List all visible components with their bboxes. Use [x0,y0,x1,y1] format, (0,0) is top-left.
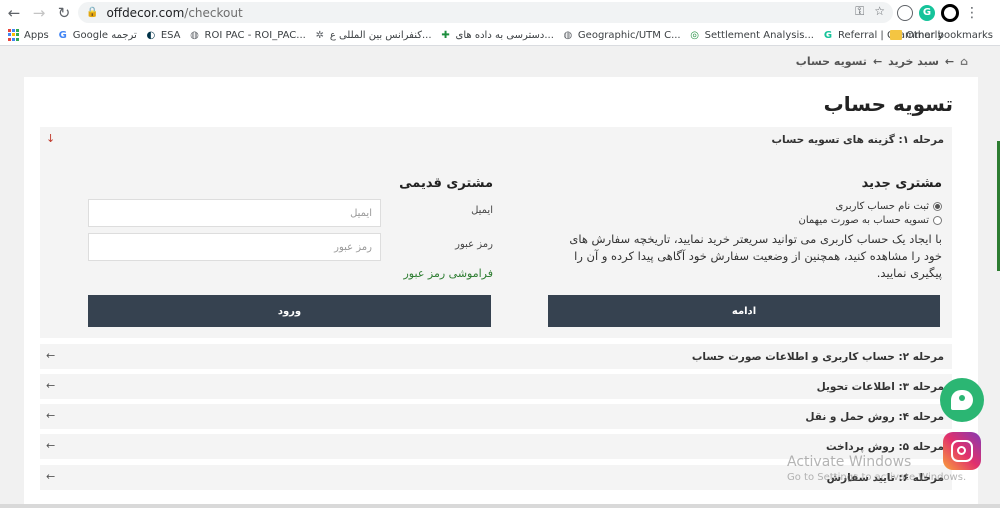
radio-unchecked-icon[interactable] [933,215,942,225]
password-label: رمز عبور [455,239,493,250]
bookmark-data-access[interactable]: ✚ دسترسی به داده های... [440,29,554,41]
breadcrumb-separator: ← [872,55,883,68]
chat-button[interactable] [940,378,984,422]
radio-register[interactable]: ثبت نام حساب کاربری [550,199,942,213]
bookmark-conference[interactable]: ✲ کنفرانس بین المللی ع... [314,29,432,41]
grammarly-extension-icon[interactable]: G [919,4,935,21]
bookmark-roi-pac[interactable]: ◍ ROI PAC - ROI_PAC... [189,29,306,41]
step-4-header[interactable]: مرحله ۴: روش حمل و نقل ← [40,404,952,429]
url-path: /checkout [184,5,243,20]
bookmark-esa[interactable]: ◐ ESA [145,29,180,41]
bookmark-settlement[interactable]: ◎ Settlement Analysis... [689,29,814,41]
settlement-icon: ◎ [690,29,699,41]
forgot-password-link[interactable]: فراموشی رمز عبور [88,267,494,280]
url-host: offdecor.com [106,5,185,20]
page: ⌂ ← سبد خرید ← تسویه حساب تسویه حساب مرح… [0,47,1000,508]
bookmark-apps[interactable]: Apps [8,29,49,41]
bookmarks-bar: Apps G Google ترجمه ◐ ESA ◍ ROI PAC - RO… [0,25,1000,46]
reload-icon[interactable]: ↻ [53,2,75,24]
email-field[interactable] [88,199,381,227]
watermark-title: Activate Windows [787,454,912,470]
globe-icon: ◍ [563,29,573,41]
forward-arrow-icon[interactable]: → [28,2,50,24]
activate-windows-watermark: Activate Windows Go to Settings to activ… [787,454,966,483]
checkout-panel: تسویه حساب مرحله ۱: گزینه های تسویه حساب… [24,77,978,508]
plus-icon: ✚ [441,29,450,41]
returning-customer-title: مشتری قدیمی [399,176,493,191]
google-translate-icon: G [58,29,67,41]
email-row: ایمیل [88,199,493,227]
browser-toolbar: ← → ↻ 🔒 offdecor.com/checkout ⚿ ☆ G ⋮ [0,0,1000,25]
page-title: تسویه حساب [823,92,953,116]
bookmark-geographic-utm[interactable]: ◍ Geographic/UTM C... [562,29,681,41]
address-bar[interactable]: 🔒 offdecor.com/checkout ⚿ ☆ [78,2,893,23]
other-bookmarks[interactable]: Other bookmarks [890,30,993,41]
chat-bubble-icon [951,390,973,410]
apps-grid-icon [8,29,20,41]
lock-icon: 🔒 [86,7,99,18]
step-2-header[interactable]: مرحله ۲: حساب کاربری و اطلاعات صورت حساب… [40,344,952,369]
login-button[interactable]: ورود [88,295,491,327]
breadcrumb: ⌂ ← سبد خرید ← تسویه حساب [796,55,968,68]
arrow-down-icon: ↓ [46,132,56,145]
home-icon[interactable]: ⌂ [960,55,968,68]
returning-customer-section: مشتری قدیمی ایمیل رمز عبور فراموشی رمز ع… [88,176,493,280]
bookmark-google-translate[interactable]: G Google ترجمه [57,29,137,41]
gear-icon: ✲ [315,29,325,41]
watermark-subtitle: Go to Settings to activate Windows. [787,472,967,483]
step-3-header[interactable]: مرحله ۳: اطلاعات تحویل ← [40,374,952,399]
new-customer-section: مشتری جدید ثبت نام حساب کاربری تسویه حسا… [550,176,942,282]
profile-avatar[interactable] [941,3,959,22]
menu-icon[interactable]: ⋮ [965,5,979,21]
breadcrumb-checkout[interactable]: تسویه حساب [796,55,867,68]
arrow-left-icon: ← [46,439,56,452]
password-field[interactable] [88,233,381,261]
arrow-left-icon: ← [46,409,56,422]
grammarly-icon: G [823,29,833,41]
breadcrumb-separator: ← [944,55,955,68]
star-icon[interactable]: ☆ [874,4,885,19]
breadcrumb-cart[interactable]: سبد خرید [888,55,939,68]
back-arrow-icon[interactable]: ← [3,2,25,24]
arrow-left-icon: ← [46,470,56,483]
esa-icon: ◐ [146,29,156,41]
globe-icon: ◍ [190,29,199,41]
radio-checked-icon[interactable] [933,201,942,211]
arrow-left-icon: ← [46,379,56,392]
step-1-header[interactable]: مرحله ۱: گزینه های تسویه حساب ↓ [40,127,952,152]
email-label: ایمیل [471,205,493,216]
continue-button[interactable]: ادامه [548,295,940,327]
password-row: رمز عبور [88,233,493,261]
new-customer-description: با ایجاد یک حساب کاربری می توانید سریعتر… [569,232,942,280]
horizontal-scrollbar[interactable] [0,504,1000,508]
arrow-left-icon: ← [46,349,56,362]
folder-icon [890,30,903,40]
globe-extension-icon[interactable] [897,4,913,21]
step-1-body: مشتری جدید ثبت نام حساب کاربری تسویه حسا… [40,152,952,338]
new-customer-title: مشتری جدید [861,176,942,191]
key-icon[interactable]: ⚿ [855,4,864,19]
radio-guest[interactable]: تسویه حساب به صورت میهمان [550,213,942,227]
